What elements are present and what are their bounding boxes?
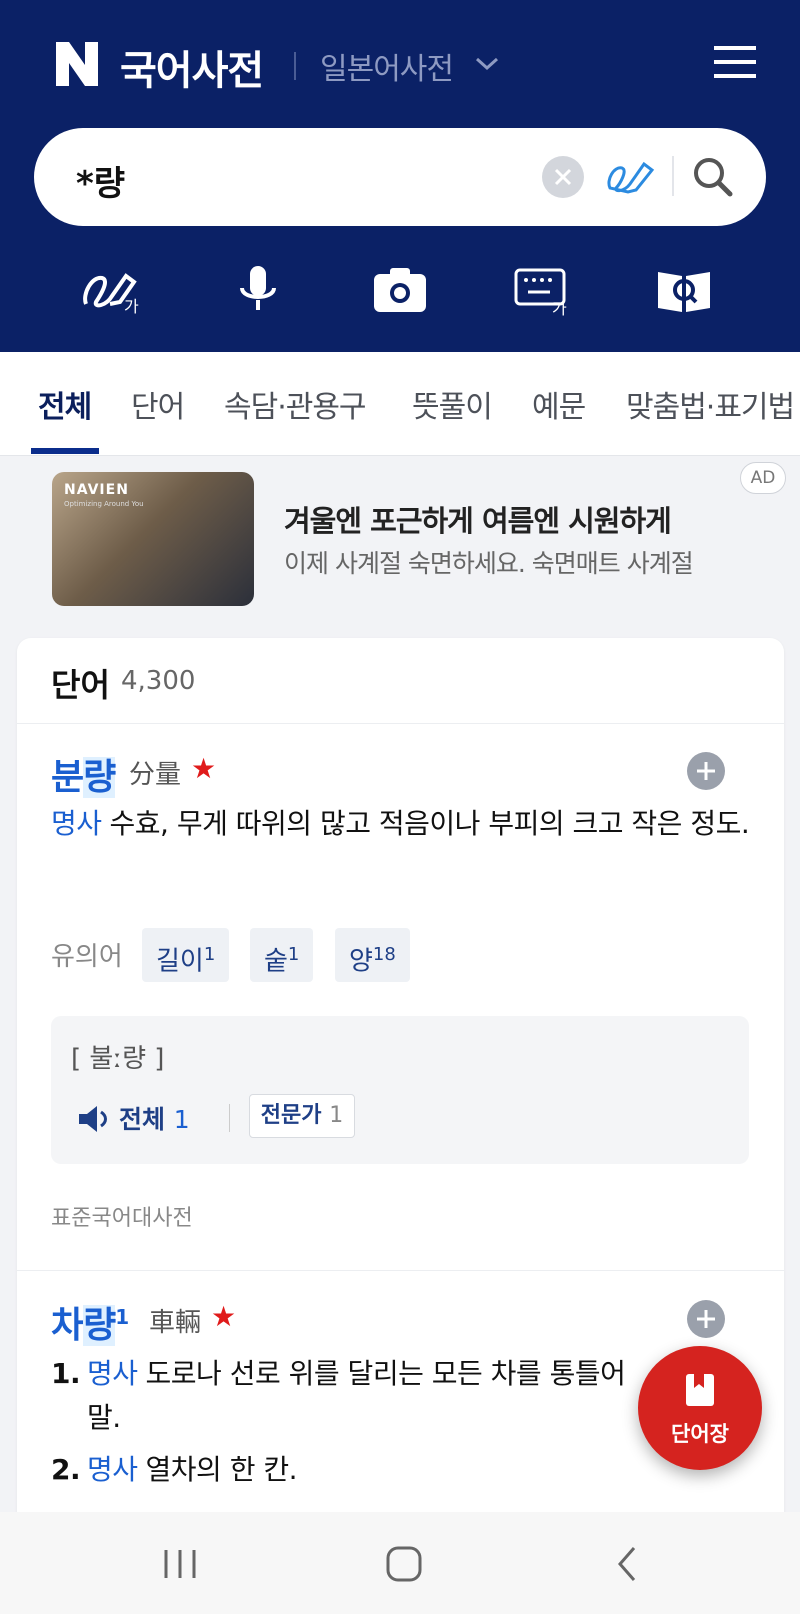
search-divider [672,156,674,196]
chevron-down-icon[interactable] [474,56,500,72]
ad-headline[interactable]: 겨울엔 포근하게 여름엔 시원하게 [284,498,672,540]
tab-words[interactable]: 단어 [131,382,185,426]
part-of-speech: 명사 [87,1453,138,1486]
back-icon[interactable] [606,1544,650,1584]
important-star-icon: ★ [211,1300,237,1333]
add-to-wordbook-button[interactable] [687,752,725,790]
entry-headword[interactable]: 분량 [51,748,116,800]
svg-text:가: 가 [124,297,139,316]
pronunciation-divider [229,1104,230,1132]
search-icon[interactable] [690,154,736,200]
active-tab-indicator [31,448,99,454]
result-tabs: 전체 단어 속담·관용구 뜻풀이 예문 맞춤법·표기법 [0,352,800,456]
speaker-icon[interactable] [77,1104,113,1134]
pronunciation-box: [ 불ː량 ] 전체 1 전문가 1 [51,1016,749,1164]
ad-banner[interactable]: NAVIEN Optimizing Around You AD 겨울엔 포근하게… [0,458,800,622]
search-input[interactable]: *량 [76,156,125,205]
plus-icon [697,1310,715,1328]
svg-text:가: 가 [552,299,567,316]
dictionary-switcher[interactable]: 일본어사전 [320,44,454,88]
synonym-chip[interactable]: 숱1 [250,928,314,982]
clear-search-button[interactable] [542,156,584,198]
ad-image[interactable]: NAVIEN Optimizing Around You [52,472,254,606]
entry-definition: 명사 수효, 무게 따위의 많고 적음이나 부피의 크고 작은 정도. [51,807,750,840]
app-header: 국어사전 일본어사전 *량 가 가 [0,0,800,352]
ad-brand-tagline: Optimizing Around You [64,500,144,508]
home-icon[interactable] [382,1544,426,1584]
tab-all[interactable]: 전체 [38,382,92,426]
sense-item: 2. 명사 열차의 한 칸. [51,1453,298,1486]
part-of-speech: 명사 [51,807,102,840]
play-all-pronunciations-button[interactable]: 전체 1 [119,1100,190,1136]
section-header: 단어 4,300 [17,638,784,724]
hamburger-menu-icon[interactable] [714,44,756,80]
synonym-chip[interactable]: 길이1 [142,928,230,982]
tab-proverbs-idioms[interactable]: 속담·관용구 [224,382,367,426]
system-navigation-bar [0,1512,800,1614]
expert-pronunciation-button[interactable]: 전문가 1 [249,1094,355,1138]
search-bar: *량 [34,128,766,226]
naver-logo-icon[interactable] [56,42,98,86]
result-count: 4,300 [121,666,196,696]
synonym-chip[interactable]: 양18 [335,928,410,982]
handwriting-icon[interactable] [604,154,656,198]
app-title[interactable]: 국어사전 [120,38,264,96]
bookmark-book-icon [686,1374,714,1406]
tab-examples[interactable]: 예문 [532,382,586,426]
entry-hanja: 分量 [129,760,182,790]
ad-badge[interactable]: AD [740,462,786,494]
pronunciation-text: [ 불ː량 ] [71,1044,165,1074]
entry-divider [17,1270,784,1271]
keyboard-input-icon[interactable]: 가 [510,264,574,316]
recent-apps-icon[interactable] [158,1544,202,1584]
add-to-wordbook-button[interactable] [687,1300,725,1338]
close-icon [554,168,572,186]
entry-hanja: 車輛 [149,1308,202,1338]
dictionary-search-icon[interactable] [652,264,716,316]
ad-subtext[interactable]: 이제 사계절 숙면하세요. 숙면매트 사계절 [284,544,694,580]
camera-icon[interactable] [368,264,432,316]
ad-brand-logo: NAVIEN [64,482,129,498]
synonyms-label: 유의어 [51,942,123,972]
wordbook-label: 단어장 [671,1422,729,1446]
section-title[interactable]: 단어 [51,660,110,706]
entry-source[interactable]: 표준국어대사전 [51,1200,193,1232]
tab-meanings[interactable]: 뜻풀이 [412,382,493,426]
tab-spelling[interactable]: 맞춤법·표기법 [626,382,795,426]
important-star-icon: ★ [191,752,217,785]
entry-headword[interactable]: 차량1 [51,1296,129,1348]
title-divider [294,52,296,80]
handwriting-input-icon[interactable]: 가 [80,264,144,316]
part-of-speech: 명사 [87,1357,138,1390]
plus-icon [697,762,715,780]
wordbook-fab-button[interactable]: 단어장 [638,1346,762,1470]
microphone-icon[interactable] [226,264,290,316]
